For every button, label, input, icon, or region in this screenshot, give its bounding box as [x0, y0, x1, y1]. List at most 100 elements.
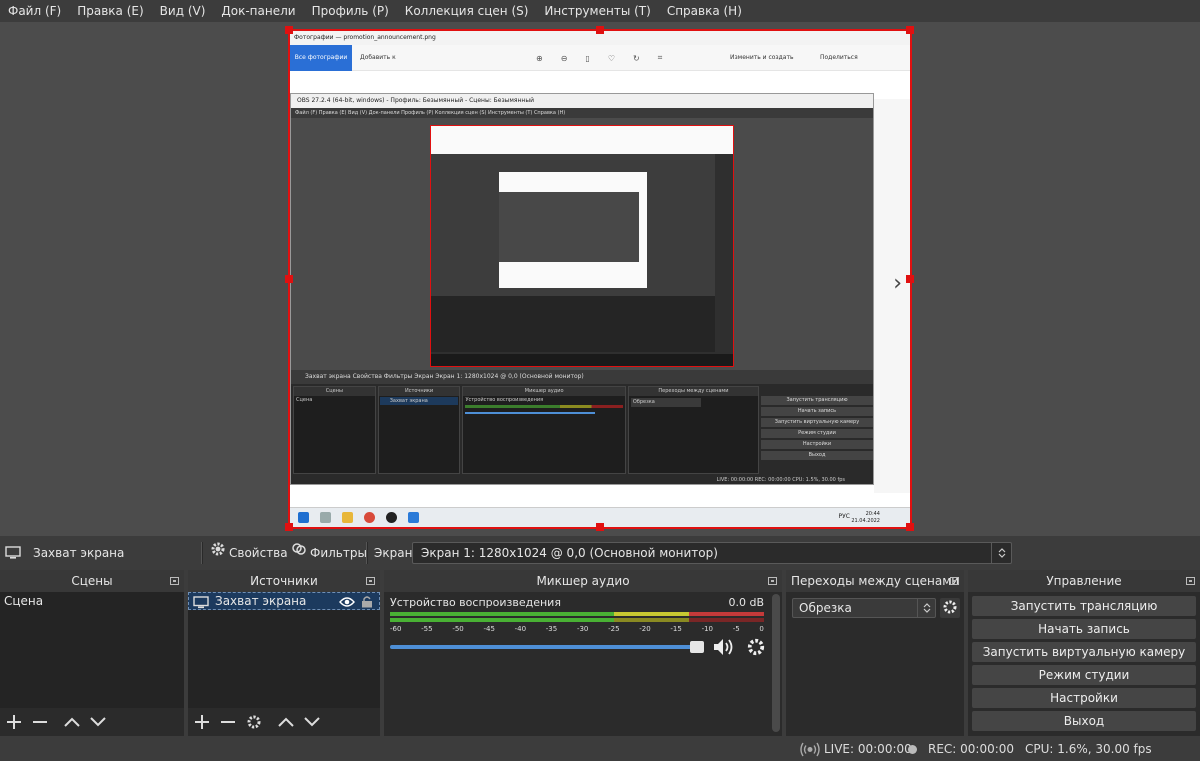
meter-scale: -60 -55 -50 -45 -40 -35 -30 -25 -20 -15 … [390, 625, 764, 633]
cpu-status: CPU: 1.6%, 30.00 fps [1025, 742, 1152, 756]
nested-obs-title: OBS 27.2.4 (64-bit, windows) - Профиль: … [291, 94, 873, 108]
photos-all-button: Все фотографии [290, 45, 352, 71]
resize-handle[interactable] [906, 26, 914, 34]
float-icon[interactable] [1186, 577, 1195, 585]
photos-add-button: Добавить к [360, 54, 396, 61]
minus-icon[interactable] [31, 713, 49, 731]
float-icon[interactable] [768, 577, 777, 585]
menu-view[interactable]: Вид (V) [152, 0, 214, 22]
scene-item[interactable]: Сцена [0, 592, 184, 610]
resize-handle[interactable] [285, 26, 293, 34]
menu-help[interactable]: Справка (H) [659, 0, 750, 22]
menu-scene-collection[interactable]: Коллекция сцен (S) [397, 0, 537, 22]
monitor-icon [193, 596, 209, 614]
status-bar: LIVE: 00:00:00 REC: 00:00:00 CPU: 1.6%, … [0, 738, 1200, 761]
menu-profile[interactable]: Профиль (P) [304, 0, 397, 22]
nested-obs-docks: Захват экрана Свойства Фильтры Экран Экр… [291, 370, 873, 484]
plus-icon[interactable] [193, 713, 211, 731]
search-icon [320, 512, 331, 523]
volume-meter [390, 618, 764, 622]
resize-handle[interactable] [285, 275, 293, 283]
obs-icon [386, 512, 397, 523]
mixer-dock: Микшер аудио Устройство воспроизведения … [384, 570, 782, 736]
volume-slider-handle[interactable] [690, 641, 704, 653]
exit-button[interactable]: Выход [972, 711, 1196, 731]
rotate-icon: ↻ [632, 53, 640, 63]
start-recording-button[interactable]: Начать запись [972, 619, 1196, 639]
source-toolbar: Захват экрана Свойства Фильтры Экран Экр… [0, 538, 1200, 568]
preview-area[interactable]: Фотографии — promotion_announcement.png … [0, 22, 1200, 536]
nested-transitions-dock: Переходы между сценами Обрезка [627, 386, 759, 474]
screen-label: Экран [374, 546, 413, 560]
toolbar-divider [366, 542, 368, 564]
nested-controls-dock: Запустить трансляцию Начать запись Запус… [761, 386, 873, 474]
next-arrow-icon: › [893, 271, 902, 296]
start-streaming-button[interactable]: Запустить трансляцию [972, 596, 1196, 616]
controls-dock-title: Управление [968, 570, 1200, 592]
menu-docks[interactable]: Док-панели [213, 0, 303, 22]
zoom-in-icon: ⊕ [536, 53, 543, 63]
scenes-list[interactable]: Сцена [0, 592, 184, 708]
trash-icon: ▯ [585, 53, 590, 63]
eye-icon[interactable] [339, 595, 355, 613]
filter-icon [291, 538, 307, 568]
folder-icon [342, 512, 353, 523]
rec-timer: REC: 00:00:00 [928, 742, 1015, 756]
screen-capture-source[interactable]: Фотографии — promotion_announcement.png … [285, 26, 914, 531]
gear-icon[interactable] [746, 637, 766, 660]
source-item[interactable]: Захват экрана [188, 592, 380, 610]
chevron-down-icon[interactable] [303, 713, 321, 731]
lock-icon[interactable] [361, 595, 373, 613]
photos-side-panel [874, 99, 910, 493]
nested-source-bar: Захват экрана Свойства Фильтры Экран Экр… [291, 370, 873, 384]
nested-scenes-dock: Сцены Сцена [293, 386, 376, 474]
gear-icon[interactable] [245, 713, 263, 731]
plus-icon[interactable] [5, 713, 23, 731]
settings-button[interactable]: Настройки [972, 688, 1196, 708]
transition-properties-button[interactable] [940, 598, 960, 618]
rec-indicator-icon [908, 745, 917, 754]
mixer-level: 0.0 dB [728, 596, 764, 609]
broadcast-icon [800, 738, 820, 761]
chevron-up-icon[interactable] [63, 713, 81, 731]
speaker-icon[interactable] [712, 637, 736, 660]
screen-select[interactable]: Экран 1: 1280x1024 @ 0,0 (Основной монит… [412, 542, 1012, 564]
resize-handle[interactable] [906, 523, 914, 531]
scenes-toolbar [0, 708, 184, 736]
sources-toolbar [188, 708, 380, 736]
minus-icon[interactable] [219, 713, 237, 731]
language-indicator: РУС [838, 513, 850, 520]
menu-edit[interactable]: Правка (E) [69, 0, 151, 22]
menu-file[interactable]: Файл (F) [0, 0, 69, 22]
resize-handle[interactable] [285, 523, 293, 531]
photos-toolbar: Все фотографии Добавить к ⊕ ⊖ ▯ ♡ ↻ ⌗ Из… [290, 45, 910, 71]
float-icon[interactable] [170, 577, 179, 585]
heart-icon: ♡ [607, 53, 615, 63]
filters-button[interactable]: Фильтры [291, 538, 367, 568]
chevron-down-icon[interactable] [89, 713, 107, 731]
resize-handle[interactable] [906, 275, 914, 283]
photos-share-button: Поделиться [820, 54, 858, 61]
studio-mode-button[interactable]: Режим студии [972, 665, 1196, 685]
menu-bar: Файл (F) Правка (E) Вид (V) Док-панели П… [0, 0, 1200, 22]
chevron-up-icon[interactable] [277, 713, 295, 731]
volume-slider[interactable] [390, 645, 700, 649]
menu-tools[interactable]: Инструменты (T) [536, 0, 658, 22]
properties-button[interactable]: Свойства [210, 538, 288, 568]
resize-handle[interactable] [596, 26, 604, 34]
nested-status: LIVE: 00:00:00 REC: 00:00:00 CPU: 1.5%, … [716, 477, 845, 483]
transition-select[interactable]: Обрезка [792, 598, 936, 618]
photos-icon [408, 512, 419, 523]
mixer-scrollbar[interactable] [772, 594, 780, 732]
start-virtual-camera-button[interactable]: Запустить виртуальную камеру [972, 642, 1196, 662]
float-icon[interactable] [950, 577, 959, 585]
mixer-device-name: Устройство воспроизведения [390, 596, 561, 609]
monitor-icon [5, 546, 21, 563]
resize-handle[interactable] [596, 523, 604, 531]
nested-sources-dock: Источники Захват экрана [377, 386, 461, 474]
gear-icon [942, 599, 958, 618]
transitions-dock: Переходы между сценами Обрезка [786, 570, 964, 736]
float-icon[interactable] [366, 577, 375, 585]
sources-list[interactable]: Захват экрана [188, 592, 380, 708]
scenes-dock-title: Сцены [0, 570, 184, 592]
